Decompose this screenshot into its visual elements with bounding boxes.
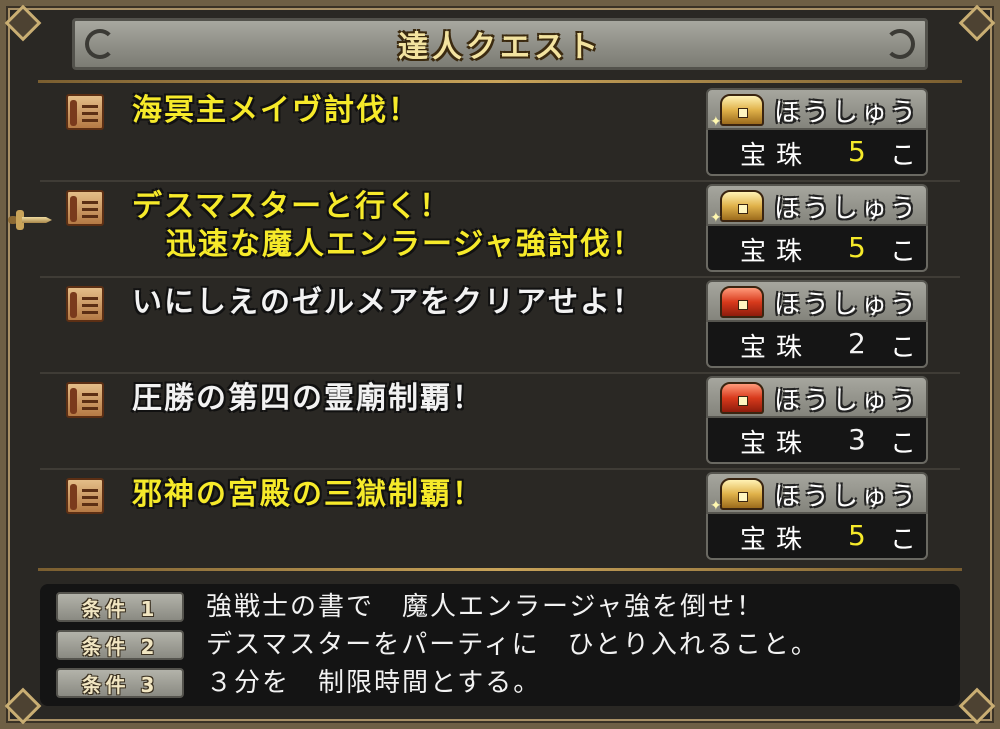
sparkle-icon: ✦ [710,498,722,514]
reward-box: ✦ ほうしゅう 宝珠 5 こ [706,184,928,272]
reward-body: 宝珠 3 こ [706,418,928,464]
gold-chest-icon [720,190,764,222]
reward-unit: こ [890,141,917,171]
quest-name: いにしえのゼルメアをクリアせよ！ [132,284,692,322]
red-chest-icon [720,286,764,318]
quest-name-line1: 邪神の宮殿の三獄制覇！ [132,477,484,512]
scroll-icon [66,190,104,226]
condition-row-3: 条件 3 ３分を 制限時間とする。 [56,666,956,700]
sword-cursor-icon [8,210,54,230]
reward-header: ✦ ほうしゅう [706,472,928,514]
quest-name-line2: 迅速な魔人エンラージャ強討伐！ [166,227,644,262]
reward-unit: こ [890,525,917,555]
quest-name: デスマスターと行く！ 迅速な魔人エンラージャ強討伐！ [132,188,692,264]
reward-label: ほうしゅう [774,482,920,512]
gold-chest-icon [720,478,764,510]
reward-count: 2 [848,327,868,360]
reward-unit: こ [890,333,917,363]
corner-ornament [4,687,42,725]
reward-count: 3 [848,423,868,456]
condition-row-1: 条件 1 強戦士の書で 魔人エンラージャ強を倒せ！ [56,590,956,624]
scroll-icon [66,286,104,322]
condition-tag: 条件 1 [56,592,184,622]
swirl-ornament-icon [85,29,115,59]
corner-ornament [958,4,996,42]
gold-chest-icon [720,94,764,126]
reward-header: ✦ ほうしゅう [706,88,928,130]
reward-count: 5 [848,231,868,264]
reward-header: ✦ ほうしゅう [706,184,928,226]
reward-body: 宝珠 5 こ [706,130,928,176]
reward-item: 宝珠 [740,429,813,459]
reward-body: 宝珠 5 こ [706,514,928,560]
conditions-panel: 条件 1 強戦士の書で 魔人エンラージャ強を倒せ！ 条件 2 デスマスターをパー… [40,584,960,706]
quest-name-line1: 圧勝の第四の霊廟制覇！ [132,381,484,416]
condition-text: 強戦士の書で 魔人エンラージャ強を倒せ！ [206,592,765,622]
condition-text: デスマスターをパーティに ひとり入れること。 [206,630,819,660]
reward-unit: こ [890,429,917,459]
quest-name: 圧勝の第四の霊廟制覇！ [132,380,692,418]
corner-ornament [4,4,42,42]
quest-name-line1: いにしえのゼルメアをクリアせよ！ [132,285,644,320]
quest-row-1[interactable]: デスマスターと行く！ 迅速な魔人エンラージャ強討伐！ ✦ ほうしゅう 宝珠 5 … [40,182,960,278]
quest-row-4[interactable]: 邪神の宮殿の三獄制覇！ ✦ ほうしゅう 宝珠 5 こ [40,470,960,566]
reward-item: 宝珠 [740,333,813,363]
scroll-icon [66,382,104,418]
reward-label: ほうしゅう [774,194,920,224]
reward-item: 宝珠 [740,525,813,555]
reward-box: ほうしゅう 宝珠 2 こ [706,280,928,368]
reward-item: 宝珠 [740,237,813,267]
quest-list: 海冥主メイヴ討伐！ ✦ ほうしゅう 宝珠 5 こ デスマスターと行く！ 迅速な魔… [40,86,960,564]
divider-top [38,80,962,83]
window-title: 達人クエスト [398,30,602,65]
sparkle-icon: ✦ [710,114,722,130]
quest-row-3[interactable]: 圧勝の第四の霊廟制覇！ ほうしゅう 宝珠 3 こ [40,374,960,470]
reward-label: ほうしゅう [774,386,920,416]
swirl-ornament-icon [885,29,915,59]
reward-box: ほうしゅう 宝珠 3 こ [706,376,928,464]
reward-box: ✦ ほうしゅう 宝珠 5 こ [706,88,928,176]
quest-name-line1: 海冥主メイヴ討伐！ [132,93,420,128]
reward-label: ほうしゅう [774,290,920,320]
quest-name-line1: デスマスターと行く！ [132,189,452,224]
reward-box: ✦ ほうしゅう 宝珠 5 こ [706,472,928,560]
reward-unit: こ [890,237,917,267]
quest-name: 邪神の宮殿の三獄制覇！ [132,476,692,514]
reward-body: 宝珠 5 こ [706,226,928,272]
scroll-icon [66,478,104,514]
quest-row-2[interactable]: いにしえのゼルメアをクリアせよ！ ほうしゅう 宝珠 2 こ [40,278,960,374]
reward-item: 宝珠 [740,141,813,171]
condition-row-2: 条件 2 デスマスターをパーティに ひとり入れること。 [56,628,956,662]
sparkle-icon: ✦ [710,210,722,226]
condition-tag: 条件 2 [56,630,184,660]
quest-row-0[interactable]: 海冥主メイヴ討伐！ ✦ ほうしゅう 宝珠 5 こ [40,86,960,182]
reward-body: 宝珠 2 こ [706,322,928,368]
scroll-icon [66,94,104,130]
reward-count: 5 [848,135,868,168]
divider-bottom [38,568,962,571]
condition-text: ３分を 制限時間とする。 [206,668,542,698]
red-chest-icon [720,382,764,414]
reward-header: ほうしゅう [706,280,928,322]
quest-name: 海冥主メイヴ討伐！ [132,92,692,130]
reward-label: ほうしゅう [774,98,920,128]
condition-tag: 条件 3 [56,668,184,698]
reward-header: ほうしゅう [706,376,928,418]
title-bar: 達人クエスト [72,18,928,70]
reward-count: 5 [848,519,868,552]
corner-ornament [958,687,996,725]
